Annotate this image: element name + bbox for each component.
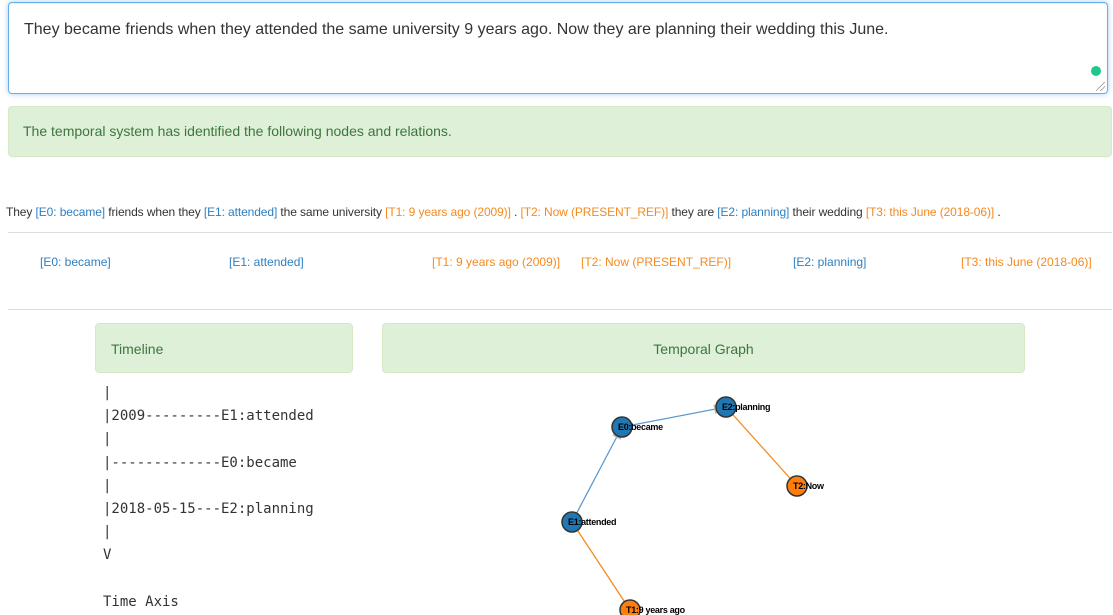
sentence-segment: friends when they — [105, 205, 204, 219]
sentence-input-text: They became friends when they attended t… — [24, 21, 889, 38]
result-alert-message: The temporal system has identified the f… — [23, 123, 452, 139]
node-tag-e1: [E1: attended] — [229, 255, 304, 269]
sentence-segment: They — [6, 205, 36, 219]
timeline-line: | — [103, 477, 112, 494]
annotated-sentence: They [E0: became] friends when they [E1:… — [6, 205, 1113, 219]
timeline-text: | |2009---------E1:attended | |---------… — [103, 382, 314, 614]
node-tag-e0: [E0: became] — [40, 255, 111, 269]
timeline-line: |2009---------E1:attended — [103, 408, 314, 425]
timeline-panel-heading: Timeline — [95, 323, 353, 373]
event-mention-e1: [E1: attended] — [203, 205, 278, 219]
sentence-segment: they are — [668, 205, 718, 219]
timeline-line: V — [103, 547, 112, 564]
time-mention-t3: [T3: this June (2018-06)] — [865, 205, 995, 219]
result-alert: The temporal system has identified the f… — [8, 106, 1112, 157]
graph-edge-e1-t1 — [571, 521, 631, 611]
sentence-segment: the same university — [277, 205, 386, 219]
graph-node-label-t1: T1:9 years ago — [626, 605, 686, 615]
timeline-line: Time Axis — [103, 593, 179, 610]
node-tag-t3: [T3: this June (2018-06)] — [961, 255, 1092, 269]
graph-panel-heading: Temporal Graph — [382, 323, 1025, 373]
divider — [8, 309, 1112, 310]
resize-handle-icon[interactable] — [1096, 82, 1105, 91]
sentence-input[interactable]: They became friends when they attended t… — [8, 2, 1108, 94]
timeline-heading-text: Timeline — [111, 341, 164, 357]
divider — [8, 232, 1112, 233]
timeline-line: | — [103, 431, 112, 448]
graph-node-label-t2: T2:Now — [793, 481, 825, 491]
timeline-line: |-------------E0:became — [103, 454, 297, 471]
timeline-line: | — [103, 385, 112, 401]
sentence-segment: . — [994, 205, 1001, 219]
timeline-line: | — [103, 524, 112, 541]
event-mention-e0: [E0: became] — [35, 205, 106, 219]
graph-node-label-e0: E0:became — [618, 422, 663, 432]
timeline-line: |2018-05-15---E2:planning — [103, 501, 314, 518]
time-mention-t1: [T1: 9 years ago (2009)] — [385, 205, 511, 219]
status-dot-icon — [1091, 66, 1101, 76]
graph-node-label-e2: E2:planning — [722, 402, 770, 412]
event-mention-e2: [E2: planning] — [717, 205, 790, 219]
node-tag-t2: [T2: Now (PRESENT_REF)] — [581, 255, 732, 269]
graph-edge-e1-e0 — [571, 426, 623, 523]
graph-heading-text: Temporal Graph — [653, 341, 754, 357]
graph-edge-e2-t2 — [725, 406, 798, 487]
graph-node-label-e1: E1:attended — [568, 517, 616, 527]
time-mention-t2: [T2: Now (PRESENT_REF)] — [520, 205, 669, 219]
temporal-graph: E0:became E2:planning T2:Now E1:attended T1:… — [561, 396, 825, 615]
node-tag-t1: [T1: 9 years ago (2009)] — [432, 255, 561, 269]
sentence-segment: . — [510, 205, 521, 219]
sentence-segment: their wedding — [789, 205, 866, 219]
node-tag-e2: [E2: planning] — [793, 255, 867, 269]
